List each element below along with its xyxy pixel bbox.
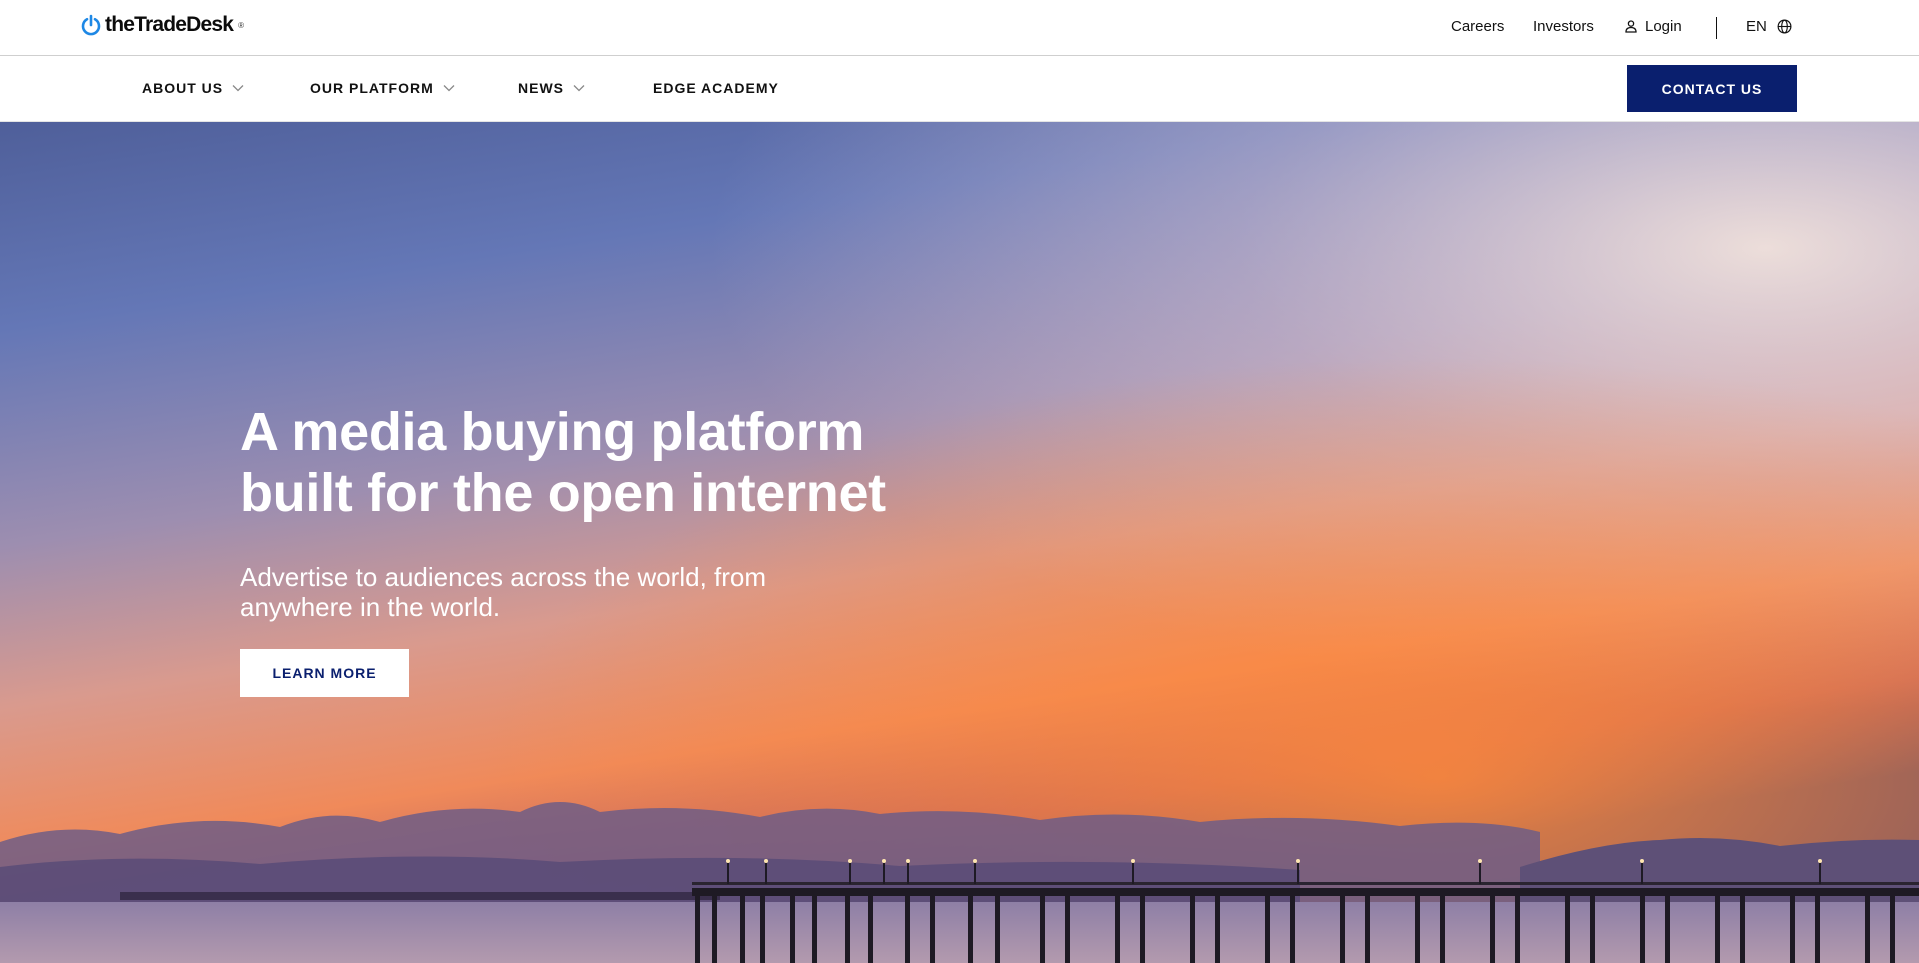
- hero-subtitle-line: anywhere in the world.: [240, 592, 501, 622]
- hero-background-image: [0, 122, 1919, 963]
- hero-subtitle: Advertise to audiences across the world,…: [240, 562, 860, 622]
- logo-text: theTradeDesk: [105, 13, 234, 36]
- nav-item-label: NEWS: [518, 80, 564, 96]
- careers-link[interactable]: Careers: [1451, 18, 1504, 35]
- hero-subtitle-line: Advertise to audiences across the world,…: [240, 562, 767, 592]
- language-label: EN: [1746, 18, 1767, 35]
- login-label: Login: [1645, 18, 1682, 35]
- utility-divider: [1716, 17, 1717, 39]
- nav-item-about-us[interactable]: ABOUT US: [142, 80, 244, 96]
- investors-link[interactable]: Investors: [1533, 18, 1594, 35]
- nav-item-our-platform[interactable]: OUR PLATFORM: [310, 80, 455, 96]
- user-icon: [1625, 20, 1637, 33]
- nav-item-label: ABOUT US: [142, 80, 224, 96]
- hero-headline-line: built for the open internet: [240, 463, 886, 523]
- hero-section: A media buying platform built for the op…: [0, 122, 1919, 963]
- chevron-down-icon: [573, 85, 585, 92]
- nav-item-label: EDGE ACADEMY: [653, 80, 779, 96]
- hero-headline: A media buying platform built for the op…: [240, 402, 1000, 524]
- globe-icon: [1777, 19, 1792, 34]
- hero-headline-line: A media buying platform: [240, 402, 865, 462]
- logo-registered-mark: ®: [238, 20, 245, 30]
- learn-more-button[interactable]: LEARN MORE: [240, 649, 409, 697]
- chevron-down-icon: [443, 85, 455, 92]
- language-selector[interactable]: EN: [1746, 18, 1792, 35]
- chevron-down-icon: [232, 85, 244, 92]
- nav-item-label: OUR PLATFORM: [310, 80, 434, 96]
- nav-item-edge-academy[interactable]: EDGE ACADEMY: [653, 80, 779, 96]
- contact-us-button[interactable]: CONTACT US: [1627, 65, 1797, 112]
- power-icon: [81, 14, 101, 36]
- top-utility-bar: theTradeDesk ® Careers Investors Login EN: [0, 0, 1919, 56]
- nav-item-news[interactable]: NEWS: [518, 80, 585, 96]
- login-link[interactable]: Login: [1625, 18, 1682, 35]
- main-navigation: ABOUT US OUR PLATFORM NEWS EDGE ACADEMY …: [0, 56, 1919, 122]
- brand-logo[interactable]: theTradeDesk ®: [81, 13, 244, 37]
